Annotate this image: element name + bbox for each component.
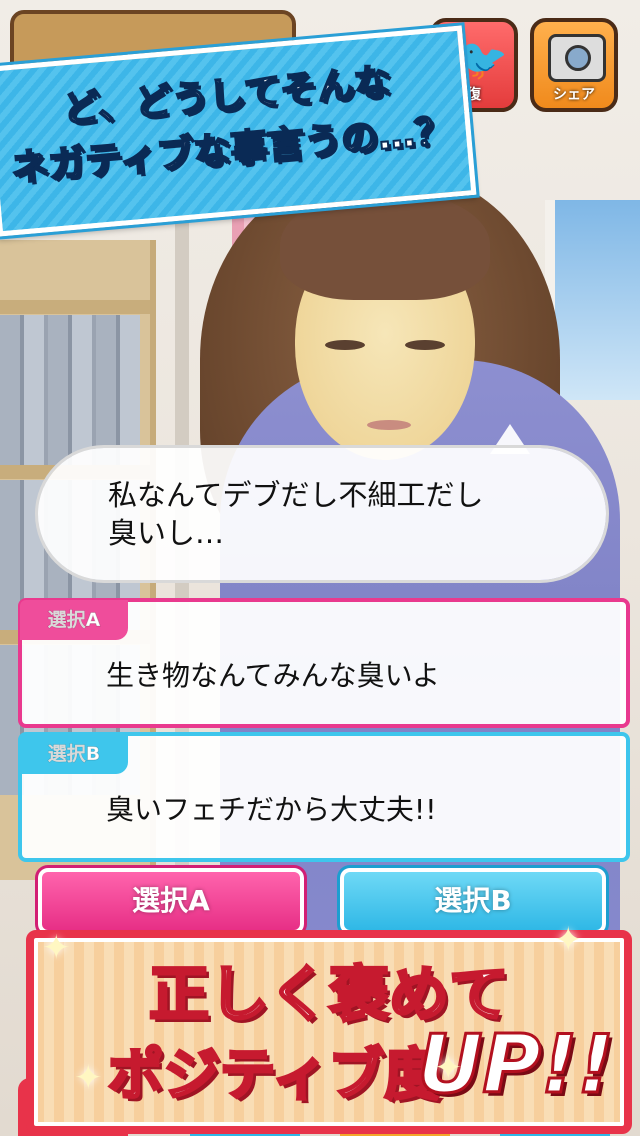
speech-text: 私なんてデブだし不細工だし 臭いし… (108, 476, 578, 552)
choice-panel-b[interactable]: 選択B 臭いフェチだから大丈夫!! (18, 732, 630, 862)
share-button-label: シェア (553, 87, 595, 103)
speech-line-1: 私なんてデブだし不細工だし (108, 478, 484, 512)
promo-banner: 正しく褒めて ポジティブ度 UP!! ✦ ✦ ✦ ✦ (26, 920, 632, 1134)
choice-tag-b: 選択B (20, 734, 128, 774)
choice-text-a: 生き物なんてみんな臭いよ (106, 659, 441, 692)
shelf-board (0, 300, 150, 314)
select-a-button[interactable]: 選択A (35, 865, 307, 937)
character-eye-right (405, 340, 445, 350)
speech-line-2: 臭いし… (108, 516, 225, 550)
books (0, 315, 140, 465)
camera-icon (548, 34, 606, 82)
share-button[interactable]: シェア (530, 18, 618, 112)
character-eye-left (325, 340, 365, 350)
choice-panel-a[interactable]: 選択A 生き物なんてみんな臭いよ (18, 598, 630, 728)
sparkle-icon: ✦ (434, 1048, 463, 1088)
sparkle-icon: ✦ (74, 1058, 103, 1098)
speech-bubble: 私なんてデブだし不細工だし 臭いし… (38, 448, 606, 580)
sparkle-icon: ✦ (42, 928, 71, 968)
character-mouth (367, 420, 411, 430)
choice-tag-a: 選択A (20, 600, 128, 640)
headline-text: ど、どうしてそんな ネガティブな事言うの…？ (0, 49, 468, 198)
sparkle-icon: ✦ (554, 920, 583, 960)
choice-text-b: 臭いフェチだから大丈夫!! (106, 793, 437, 826)
